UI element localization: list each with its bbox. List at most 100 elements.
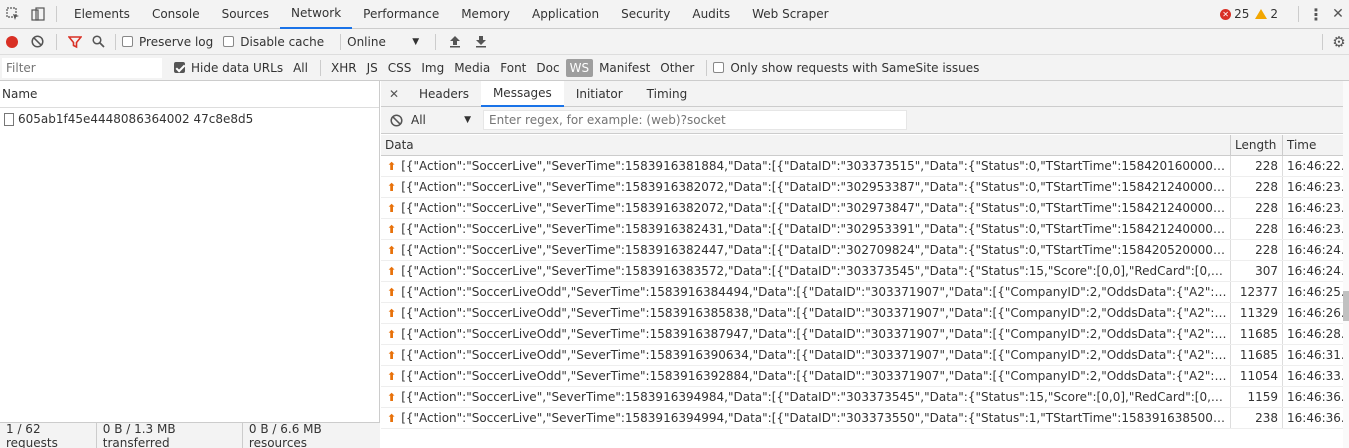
checkbox-box[interactable] [122,36,133,47]
upload-arrow-icon: ⬆ [387,222,397,236]
message-data-cell: ⬆ [{"Action":"SoccerLive","SeverTime":158… [381,240,1231,260]
tab-console[interactable]: Console [141,0,211,29]
length-column-header[interactable]: Length [1231,135,1283,155]
checkbox-box[interactable] [713,62,725,73]
error-counter[interactable]: ✕ 25 [1220,7,1249,21]
throttling-select[interactable]: Online ▼ [347,35,419,49]
message-data-cell: ⬆ [{"Action":"SoccerLive","SeverTime":158… [381,261,1231,281]
message-row[interactable]: ⬆ [{"Action":"SoccerLiveOdd","SeverTime":… [381,366,1349,387]
time-column-header[interactable]: Time [1283,135,1349,155]
message-data-cell: ⬆ [{"Action":"SoccerLive","SeverTime":158… [381,177,1231,197]
hide-data-urls-checkbox[interactable]: Hide data URLs [174,61,283,75]
tab-audits[interactable]: Audits [681,0,741,29]
message-row[interactable]: ⬆ [{"Action":"SoccerLiveOdd","SeverTime":… [381,303,1349,324]
message-row[interactable]: ⬆ [{"Action":"SoccerLive","SeverTime":158… [381,408,1349,429]
message-time: 16:46:23.... [1287,180,1349,194]
filter-type-manifest[interactable]: Manifest [595,59,654,77]
message-time: 16:46:23.... [1287,222,1349,236]
filter-type-font[interactable]: Font [496,59,530,77]
close-devtools-icon[interactable]: ✕ [1327,6,1349,22]
data-column-header[interactable]: Data [381,135,1231,155]
settings-gear-icon[interactable]: ⚙ [1329,33,1349,51]
transferred-size: 0 B / 1.3 MB transferred [97,421,243,448]
inspect-element-icon[interactable] [0,0,26,29]
requests-column-header[interactable]: Name [0,81,379,108]
tab-network[interactable]: Network [280,0,353,29]
message-row[interactable]: ⬆ [{"Action":"SoccerLiveOdd","SeverTime":… [381,345,1349,366]
message-row[interactable]: ⬆ [{"Action":"SoccerLive","SeverTime":158… [381,156,1349,177]
more-options-icon[interactable]: ⋮ [1305,5,1327,24]
device-toolbar-icon[interactable] [26,0,50,29]
warning-counter[interactable]: 2 [1255,7,1278,21]
message-length: 11685 [1231,324,1283,344]
upload-arrow-icon: ⬆ [387,369,397,383]
message-data: [{"Action":"SoccerLive","SeverTime":1583… [401,243,1230,257]
toolbar-separator [319,59,321,76]
close-detail-icon[interactable]: ✕ [381,87,407,101]
messages-scrollbar[interactable] [1343,81,1349,448]
message-time: 16:46:25.... [1287,285,1349,299]
message-data: [{"Action":"SoccerLive","SeverTime":1583… [401,159,1230,173]
message-time: 16:46:33.... [1287,369,1349,383]
checkbox-box[interactable] [223,36,235,47]
dropdown-arrow-icon: ▼ [412,36,420,47]
upload-arrow-icon: ⬆ [387,243,397,257]
messages-filter-bar: All ▼ [381,107,1349,134]
filter-type-all[interactable]: All [289,59,312,77]
import-har-icon[interactable] [442,35,468,48]
message-row[interactable]: ⬆ [{"Action":"SoccerLive","SeverTime":158… [381,261,1349,282]
filter-type-img[interactable]: Img [417,59,448,77]
search-icon[interactable] [87,35,109,48]
clear-icon[interactable] [24,35,50,48]
message-length: 228 [1231,156,1283,176]
detail-tab-initiator[interactable]: Initiator [564,81,635,107]
filter-input[interactable] [2,57,162,78]
tab-web-scraper[interactable]: Web Scraper [741,0,839,29]
message-row[interactable]: ⬆ [{"Action":"SoccerLiveOdd","SeverTime":… [381,282,1349,303]
tab-sources[interactable]: Sources [211,0,280,29]
clear-messages-icon[interactable] [381,113,411,127]
filter-type-media[interactable]: Media [450,59,494,77]
checkbox-box[interactable] [174,62,185,73]
tab-security[interactable]: Security [610,0,681,29]
upload-arrow-icon: ⬆ [387,264,397,278]
resources-size: 0 B / 6.6 MB resources [248,421,322,448]
detail-tab-headers[interactable]: Headers [407,81,481,107]
tab-memory[interactable]: Memory [450,0,521,29]
message-row[interactable]: ⬆ [{"Action":"SoccerLive","SeverTime":158… [381,219,1349,240]
scrollbar-thumb[interactable] [1343,291,1349,321]
detail-tab-timing[interactable]: Timing [635,81,700,107]
message-data: [{"Action":"SoccerLive","SeverTime":1583… [401,201,1230,215]
tab-elements[interactable]: Elements [63,0,141,29]
filter-type-js[interactable]: JS [363,59,382,77]
message-row[interactable]: ⬆ [{"Action":"SoccerLive","SeverTime":158… [381,177,1349,198]
filter-type-other[interactable]: Other [656,59,698,77]
message-row[interactable]: ⬆ [{"Action":"SoccerLiveOdd","SeverTime":… [381,324,1349,345]
messages-table-header: Data Length Time [381,135,1349,156]
filter-icon[interactable] [63,35,87,49]
record-icon[interactable] [0,35,24,48]
disable-cache-checkbox[interactable]: Disable cache [223,35,324,49]
message-type-select[interactable]: All ▼ [411,113,471,127]
message-row[interactable]: ⬆ [{"Action":"SoccerLive","SeverTime":158… [381,240,1349,261]
export-har-icon[interactable] [468,35,494,48]
regex-filter-input[interactable] [483,110,907,130]
tab-performance[interactable]: Performance [352,0,450,29]
tab-application[interactable]: Application [521,0,610,29]
message-row[interactable]: ⬆ [{"Action":"SoccerLive","SeverTime":158… [381,198,1349,219]
samesite-checkbox[interactable]: Only show requests with SameSite issues [713,61,979,75]
request-row[interactable]: 605ab1f45e4448086364002 47c8e8d5 [0,108,379,130]
dropdown-arrow-icon: ▼ [464,115,471,125]
message-data-cell: ⬆ [{"Action":"SoccerLive","SeverTime":158… [381,408,1231,428]
message-row[interactable]: ⬆ [{"Action":"SoccerLive","SeverTime":158… [381,387,1349,408]
message-length: 238 [1231,408,1283,428]
request-detail-pane: ✕ HeadersMessagesInitiatorTiming All ▼ D… [381,80,1349,448]
preserve-log-checkbox[interactable]: Preserve log [122,35,213,49]
filter-type-doc[interactable]: Doc [532,59,563,77]
detail-tab-messages[interactable]: Messages [480,80,564,107]
filter-type-css[interactable]: CSS [384,59,416,77]
toolbar-separator [340,33,342,50]
message-data: [{"Action":"SoccerLive","SeverTime":1583… [401,180,1230,194]
filter-type-ws[interactable]: WS [565,58,594,77]
filter-type-xhr[interactable]: XHR [327,59,361,77]
